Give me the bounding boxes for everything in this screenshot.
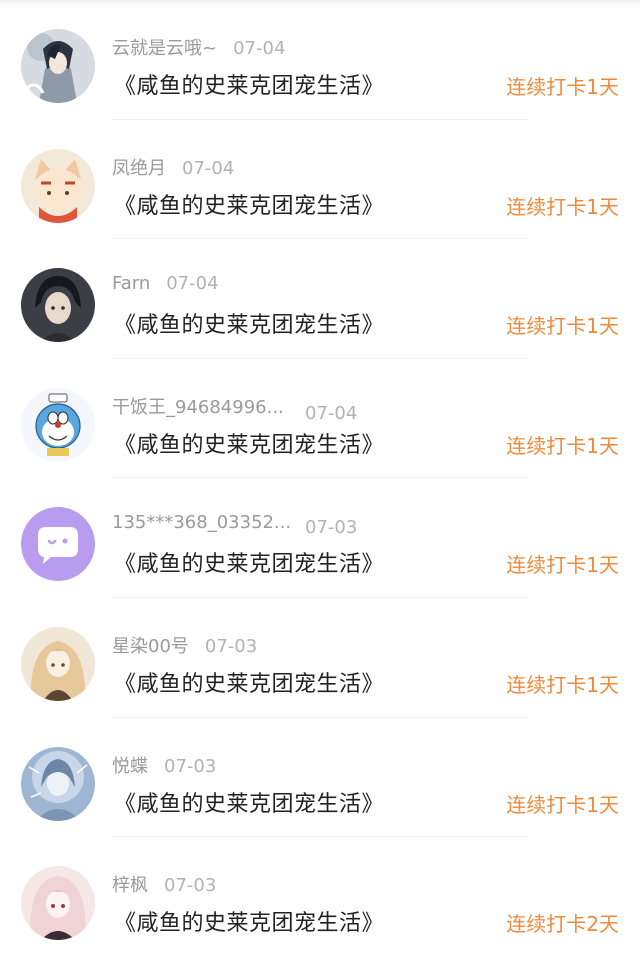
item-meta: 干饭王_94684996... 07-04 (112, 393, 357, 424)
avatar[interactable] (21, 866, 95, 941)
streak-label: 连续打卡1天 (506, 314, 619, 339)
chat-bubble-avatar-icon (21, 507, 95, 582)
checkin-date: 07-03 (164, 755, 217, 777)
list-item[interactable]: 梓枫 07-03 《咸鱼的史莱克团宠生活》 连续打卡2天 (0, 837, 640, 957)
item-meta: 悦蝶 07-03 (112, 752, 216, 778)
streak-label: 连续打卡2天 (506, 912, 619, 937)
list-item[interactable]: 星染00号 07-03 《咸鱼的史莱克团宠生活》 连续打卡1天 (0, 598, 640, 718)
list-item[interactable]: 悦蝶 07-03 《咸鱼的史莱克团宠生活》 连续打卡1天 (0, 718, 640, 838)
item-meta: 凤绝月 07-04 (112, 154, 234, 180)
cat-cartoon-avatar-icon (21, 148, 95, 223)
book-title[interactable]: 《咸鱼的史莱克团宠生活》 (114, 307, 384, 339)
user-name[interactable]: Farn (112, 273, 150, 294)
item-meta: 135***368_03352... 07-03 (112, 512, 357, 538)
checkin-date: 07-04 (233, 38, 286, 59)
book-title[interactable]: 《咸鱼的史莱克团宠生活》 (114, 546, 384, 578)
user-name[interactable]: 干饭王_94684996... (112, 393, 305, 419)
streak-label: 连续打卡1天 (506, 672, 619, 697)
avatar[interactable] (21, 507, 95, 582)
checkin-date: 07-04 (305, 402, 358, 424)
list-item[interactable]: Farn 07-04 《咸鱼的史莱克团宠生活》 连续打卡1天 (0, 239, 640, 359)
checkin-date: 07-04 (166, 273, 219, 295)
streak-label: 连续打卡1天 (506, 433, 619, 458)
avatar[interactable] (21, 387, 95, 462)
list-item[interactable]: 凤绝月 07-04 《咸鱼的史莱克团宠生活》 连续打卡1天 (0, 120, 640, 240)
checkin-date: 07-04 (182, 157, 235, 179)
avatar[interactable] (21, 268, 95, 343)
user-name[interactable]: 悦蝶 (112, 752, 148, 778)
pink-hair-girl-avatar-icon (21, 866, 95, 941)
checkin-date: 07-03 (204, 635, 258, 657)
user-name[interactable]: 云就是云哦~ (112, 34, 217, 60)
item-meta: 星染00号 07-03 (112, 632, 257, 658)
avatar[interactable] (21, 626, 95, 701)
checkin-date: 07-03 (164, 875, 217, 897)
anime-girl-avatar-icon (21, 626, 95, 701)
avatar[interactable] (21, 148, 95, 223)
list-item[interactable]: 135***368_03352... 07-03 《咸鱼的史莱克团宠生活》 连续打… (0, 478, 640, 598)
book-title[interactable]: 《咸鱼的史莱克团宠生活》 (114, 68, 384, 100)
streak-label: 连续打卡1天 (506, 553, 619, 578)
item-meta: Farn 07-04 (112, 273, 219, 294)
item-meta: 梓枫 07-03 (112, 871, 216, 897)
dark-hair-boy-avatar-icon (21, 268, 95, 343)
doraemon-avatar-icon (21, 387, 95, 462)
blue-fantasy-avatar-icon (21, 746, 95, 821)
book-title[interactable]: 《咸鱼的史莱克团宠生活》 (114, 905, 384, 937)
avatar[interactable] (21, 29, 95, 103)
book-title[interactable]: 《咸鱼的史莱克团宠生活》 (114, 427, 384, 459)
checkin-list: 云就是云哦~ 07-04 《咸鱼的史莱克团宠生活》 连续打卡1天 凤绝月 07-04… (0, 0, 640, 957)
streak-label: 连续打卡1天 (506, 75, 619, 99)
checkin-date: 07-03 (305, 517, 358, 539)
user-name[interactable]: 凤绝月 (112, 154, 166, 180)
user-name[interactable]: 135***368_03352... (112, 512, 305, 533)
item-meta: 云就是云哦~ 07-04 (112, 34, 285, 60)
list-item[interactable]: 干饭王_94684996... 07-04 《咸鱼的史莱克团宠生活》 连续打卡1天 (0, 359, 640, 479)
streak-label: 连续打卡1天 (506, 194, 619, 219)
streak-label: 连续打卡1天 (506, 792, 619, 817)
book-title[interactable]: 《咸鱼的史莱克团宠生活》 (114, 188, 384, 220)
book-title[interactable]: 《咸鱼的史莱克团宠生活》 (114, 786, 384, 818)
book-title[interactable]: 《咸鱼的史莱克团宠生活》 (114, 666, 384, 698)
user-name[interactable]: 星染00号 (112, 632, 189, 658)
user-name[interactable]: 梓枫 (112, 871, 148, 897)
anime-boy-avatar-icon (21, 29, 95, 103)
list-item[interactable]: 云就是云哦~ 07-04 《咸鱼的史莱克团宠生活》 连续打卡1天 (0, 0, 640, 120)
avatar[interactable] (21, 746, 95, 821)
